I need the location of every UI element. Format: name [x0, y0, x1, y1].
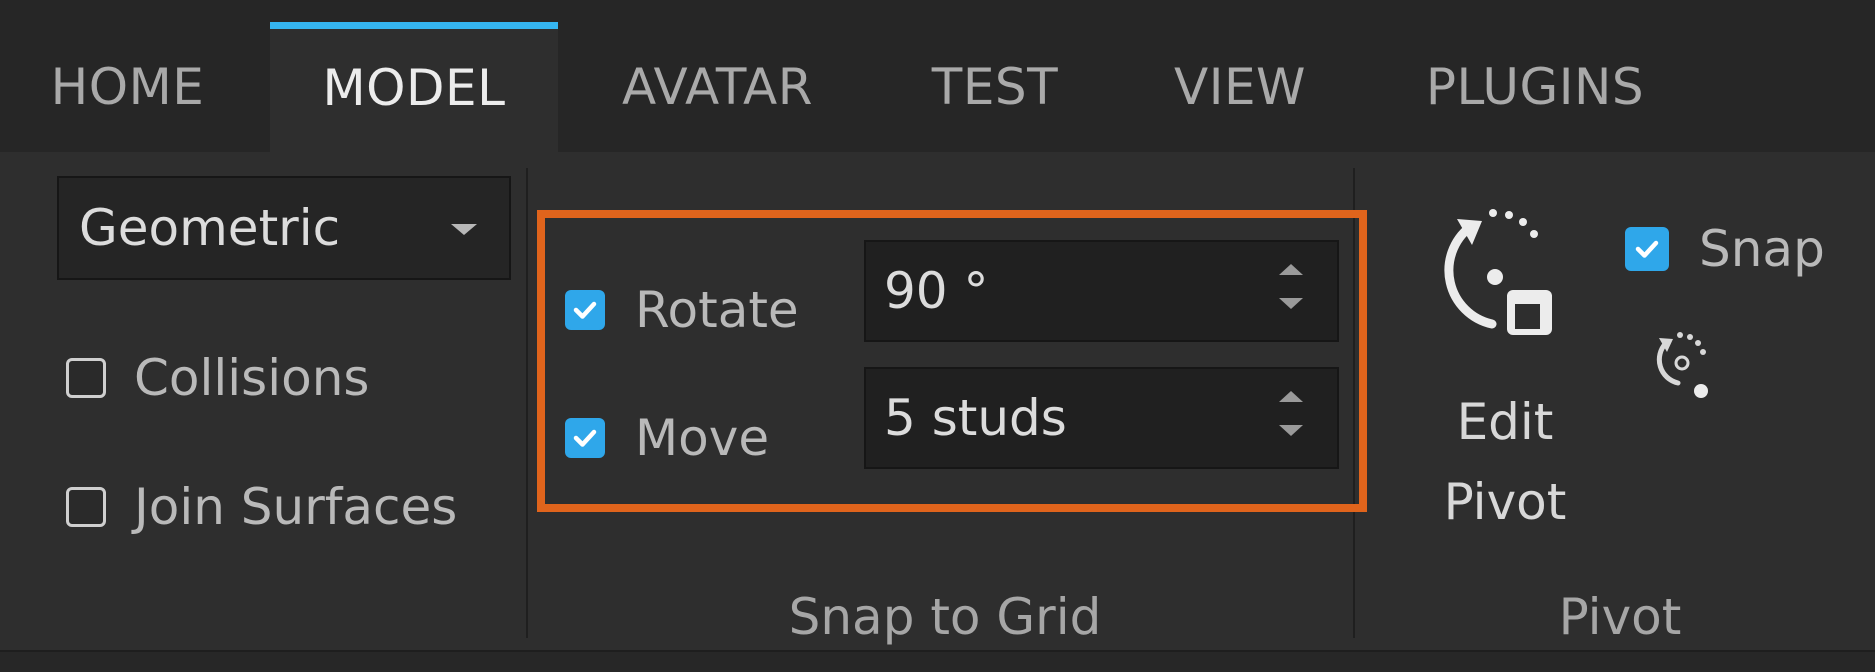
edit-pivot-label-line1: Edit	[1456, 393, 1554, 451]
checkmark-icon	[573, 429, 597, 447]
tab-avatar[interactable]: AVATAR	[600, 22, 835, 152]
pivot-snap-toggle[interactable]: Snap	[1625, 220, 1825, 278]
move-increment-value: 5 studs	[884, 389, 1067, 447]
pivot-group-label: Pivot	[1558, 588, 1682, 646]
transform-mode-value: Geometric	[79, 199, 341, 257]
join-surfaces-toggle[interactable]: Join Surfaces	[66, 478, 457, 536]
group-separator	[526, 168, 528, 638]
increment-up-icon[interactable]	[1279, 264, 1303, 275]
tab-home[interactable]: HOME	[25, 22, 230, 152]
move-snap-toggle[interactable]: Move	[565, 409, 769, 467]
checkmark-icon	[1635, 240, 1659, 258]
join-surfaces-label: Join Surfaces	[134, 478, 458, 536]
collisions-checkbox[interactable]	[66, 358, 106, 398]
snap-to-grid-group-label: Snap to Grid	[788, 588, 1102, 646]
increment-up-icon[interactable]	[1279, 391, 1303, 402]
pivot-reset-icon	[1656, 332, 1708, 398]
status-strip	[0, 650, 1875, 672]
rotate-increment-field[interactable]: 90 °	[864, 240, 1339, 342]
tab-plugins[interactable]: PLUGINS	[1400, 22, 1670, 152]
collisions-toggle[interactable]: Collisions	[66, 349, 369, 407]
tab-test[interactable]: TEST	[905, 22, 1085, 152]
chevron-down-icon	[451, 224, 477, 235]
edit-pivot-label-line2: Pivot	[1443, 473, 1567, 531]
move-increment-field[interactable]: 5 studs	[864, 367, 1339, 469]
move-label: Move	[635, 409, 770, 467]
ribbon-tab-bar: HOME MODEL AVATAR TEST VIEW PLUGINS	[0, 0, 1875, 154]
join-surfaces-checkbox[interactable]	[66, 487, 106, 527]
rotate-snap-toggle[interactable]: Rotate	[565, 281, 799, 339]
edit-pivot-button[interactable]: Edit Pivot	[1420, 205, 1590, 545]
tab-model[interactable]: MODEL	[270, 22, 558, 154]
rotate-checkbox[interactable]	[565, 290, 605, 330]
transform-mode-dropdown[interactable]: Geometric	[57, 176, 511, 280]
rotate-label: Rotate	[635, 281, 799, 339]
collisions-label: Collisions	[134, 349, 370, 407]
checkmark-icon	[573, 301, 597, 319]
edit-pivot-icon	[1444, 209, 1552, 335]
increment-down-icon[interactable]	[1279, 425, 1303, 436]
pivot-snap-checkbox[interactable]	[1625, 227, 1669, 271]
tab-view[interactable]: VIEW	[1160, 22, 1320, 152]
pivot-snap-label: Snap	[1699, 220, 1825, 278]
move-checkbox[interactable]	[565, 418, 605, 458]
increment-down-icon[interactable]	[1279, 298, 1303, 309]
rotate-increment-value: 90 °	[884, 262, 989, 320]
pivot-reset-button[interactable]	[1640, 325, 1720, 405]
